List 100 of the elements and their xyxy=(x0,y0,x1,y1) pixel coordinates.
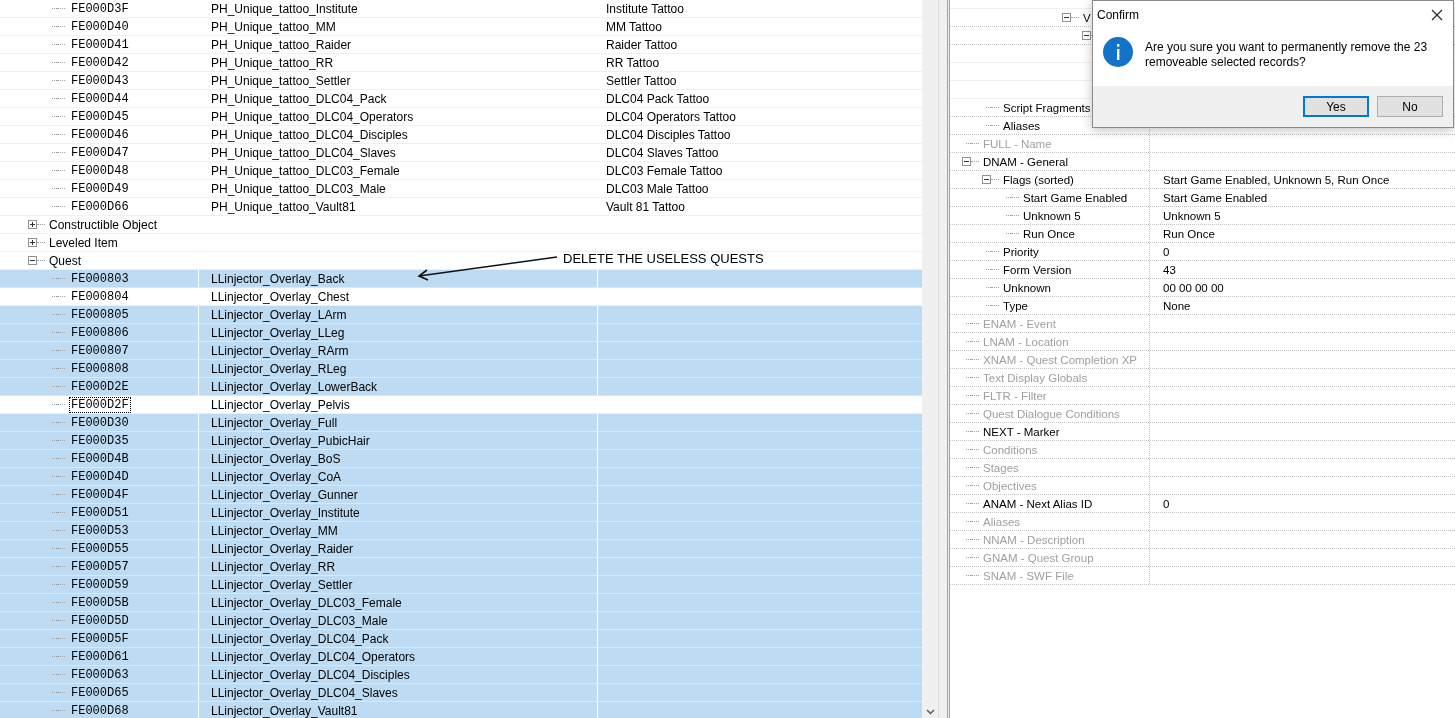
record-row[interactable]: FE000D68 LLinjector_Overlay_Vault81 xyxy=(0,702,922,718)
field-label: SNAM - SWF File xyxy=(983,569,1074,582)
dialog-button[interactable]: Yes xyxy=(1303,96,1369,117)
form-id-cell-text: FE000D5D xyxy=(70,612,130,629)
category-label[interactable]: Leveled Item xyxy=(49,235,118,250)
field-value: Start Game Enabled xyxy=(1163,191,1268,204)
editor-id-cell: LLinjector_Overlay_Pelvis xyxy=(211,397,350,412)
expand-icon[interactable] xyxy=(28,238,37,247)
record-row[interactable]: FE000D30 LLinjector_Overlay_Full xyxy=(0,414,922,432)
record-row[interactable]: FE000D4B LLinjector_Overlay_BoS xyxy=(0,450,922,468)
record-row[interactable]: FE000D65 LLinjector_Overlay_DLC04_Slaves xyxy=(0,684,922,702)
name-cell: DLC04 Pack Tattoo xyxy=(606,91,710,106)
record-row[interactable]: FE000D5B LLinjector_Overlay_DLC03_Female xyxy=(0,594,922,612)
record-row[interactable]: FE000D2E LLinjector_Overlay_LowerBack xyxy=(0,378,922,396)
collapse-icon[interactable] xyxy=(982,175,991,184)
field-value: 43 xyxy=(1163,263,1176,276)
editor-id-cell: LLinjector_Overlay_Full xyxy=(211,415,338,430)
category-label[interactable]: Constructible Object xyxy=(49,217,158,232)
form-id-cell-text: FE000D30 xyxy=(70,414,130,431)
field-label: Unknown xyxy=(1003,281,1051,294)
field-label: FLTR - Filter xyxy=(983,389,1047,402)
record-row[interactable]: FE000D40 PH_Unique_tattoo_MM MM Tattoo xyxy=(0,18,922,36)
record-row[interactable]: FE000D3F PH_Unique_tattoo_Institute Institute Tattoo xyxy=(0,0,922,18)
record-row[interactable]: FE000D4D LLinjector_Overlay_CoA xyxy=(0,468,922,486)
record-row[interactable]: FE000803 LLinjector_Overlay_Back xyxy=(0,270,922,288)
dialog-message: Are you sure you want to permanently remove the 23 removeable selected records? xyxy=(1145,40,1429,70)
record-row[interactable]: FE000D45 PH_Unique_tattoo_DLC04_Operators DLC04 Operators Tattoo xyxy=(0,108,922,126)
editor-id-cell: PH_Unique_tattoo_Settler xyxy=(211,73,351,88)
record-row[interactable]: FE000D66 PH_Unique_tattoo_Vault81 Vault 81 Tattoo xyxy=(0,198,922,216)
record-row[interactable]: FE000D42 PH_Unique_tattoo_RR RR Tattoo xyxy=(0,54,922,72)
editor-id-cell: PH_Unique_tattoo_Institute xyxy=(211,1,358,16)
form-id-cell-text: FE000D43 xyxy=(70,72,130,89)
record-row[interactable]: FE000D41 PH_Unique_tattoo_Raider Raider Tattoo xyxy=(0,36,922,54)
form-id-cell-text: FE000803 xyxy=(70,270,130,287)
field-label: Conditions xyxy=(983,443,1038,456)
name-cell: DLC04 Slaves Tattoo xyxy=(606,145,719,160)
form-id-cell-text: FE000D3F xyxy=(70,0,130,17)
record-row[interactable]: FE000D51 LLinjector_Overlay_Institute xyxy=(0,504,922,522)
form-id-cell-text: FE000D65 xyxy=(70,684,130,701)
editor-id-cell: LLinjector_Overlay_MM xyxy=(211,523,338,538)
form-id-cell-text: FE000D47 xyxy=(70,144,130,161)
editor-id-cell: LLinjector_Overlay_LLeg xyxy=(211,325,345,340)
name-cell: Raider Tattoo xyxy=(606,37,678,52)
form-id-cell-text: FE000807 xyxy=(70,342,130,359)
record-row[interactable]: FE000807 LLinjector_Overlay_RArm xyxy=(0,342,922,360)
field-label: Objectives xyxy=(983,479,1037,492)
scroll-down-icon[interactable] xyxy=(925,709,935,715)
name-cell: MM Tattoo xyxy=(606,19,662,34)
record-row[interactable]: FE000D47 PH_Unique_tattoo_DLC04_Slaves DLC04 Slaves Tattoo xyxy=(0,144,922,162)
field-label: ANAM - Next Alias ID xyxy=(983,497,1093,510)
editor-id-cell: LLinjector_Overlay_Back xyxy=(211,271,345,286)
record-row[interactable]: FE000D44 PH_Unique_tattoo_DLC04_Pack DLC04 Pack Tattoo xyxy=(0,90,922,108)
dialog-button[interactable]: No xyxy=(1377,96,1443,117)
record-row[interactable]: FE000808 LLinjector_Overlay_RLeg xyxy=(0,360,922,378)
collapse-icon[interactable] xyxy=(1082,31,1091,40)
name-cell: Vault 81 Tattoo xyxy=(606,199,685,214)
field-value: Run Once xyxy=(1163,227,1215,240)
field-label: Text Display Globals xyxy=(983,371,1088,384)
form-id-cell-text: FE000D53 xyxy=(70,522,130,539)
category-label[interactable]: Quest xyxy=(49,253,81,268)
record-row[interactable]: FE000D57 LLinjector_Overlay_RR xyxy=(0,558,922,576)
form-id-cell-text: FE000D2E xyxy=(70,378,130,395)
field-label: LNAM - Location xyxy=(983,335,1069,348)
form-id-cell-text: FE000D42 xyxy=(70,54,130,71)
form-id-cell-text: FE000D48 xyxy=(70,162,130,179)
collapse-icon[interactable] xyxy=(28,256,37,265)
record-row[interactable]: FE000D48 PH_Unique_tattoo_DLC03_Female DLC03 Female Tattoo xyxy=(0,162,922,180)
record-row[interactable]: FE000805 LLinjector_Overlay_LArm xyxy=(0,306,922,324)
field-value: Start Game Enabled, Unknown 5, Run Once xyxy=(1163,173,1390,186)
field-value: 0 xyxy=(1163,245,1170,258)
form-id-cell-text: FE000D51 xyxy=(70,504,130,521)
record-row[interactable]: FE000D53 LLinjector_Overlay_MM xyxy=(0,522,922,540)
editor-id-cell: LLinjector_Overlay_BoS xyxy=(211,451,341,466)
record-row[interactable]: FE000D61 LLinjector_Overlay_DLC04_Operators xyxy=(0,648,922,666)
record-row[interactable]: FE000D63 LLinjector_Overlay_DLC04_Disciples xyxy=(0,666,922,684)
form-id-cell-text: FE000D45 xyxy=(70,108,130,125)
record-row[interactable]: FE000D5F LLinjector_Overlay_DLC04_Pack xyxy=(0,630,922,648)
editor-id-cell: PH_Unique_tattoo_MM xyxy=(211,19,336,34)
editor-id-cell: PH_Unique_tattoo_RR xyxy=(211,55,334,70)
collapse-icon[interactable] xyxy=(962,157,971,166)
field-label: Flags (sorted) xyxy=(1003,173,1074,186)
field-label: DNAM - General xyxy=(983,155,1068,168)
name-cell: DLC03 Male Tattoo xyxy=(606,181,709,196)
record-row[interactable]: FE000D59 LLinjector_Overlay_Settler xyxy=(0,576,922,594)
editor-id-cell: LLinjector_Overlay_Institute xyxy=(211,505,360,520)
record-row[interactable]: FE000D5D LLinjector_Overlay_DLC03_Male xyxy=(0,612,922,630)
record-row[interactable]: FE000806 LLinjector_Overlay_LLeg xyxy=(0,324,922,342)
editor-id-cell: LLinjector_Overlay_DLC04_Operators xyxy=(211,649,416,664)
collapse-icon[interactable] xyxy=(1062,13,1071,22)
field-label: ENAM - Event xyxy=(983,317,1056,330)
editor-id-cell: LLinjector_Overlay_RR xyxy=(211,559,336,574)
record-row[interactable]: FE000D4F LLinjector_Overlay_Gunner xyxy=(0,486,922,504)
expand-icon[interactable] xyxy=(28,220,37,229)
record-row[interactable]: FE000D49 PH_Unique_tattoo_DLC03_Male DLC03 Male Tattoo xyxy=(0,180,922,198)
record-row[interactable]: FE000D46 PH_Unique_tattoo_DLC04_Disciples DLC04 Disciples Tattoo xyxy=(0,126,922,144)
record-row[interactable]: FE000D55 LLinjector_Overlay_Raider xyxy=(0,540,922,558)
record-row[interactable]: FE000D43 PH_Unique_tattoo_Settler Settler Tattoo xyxy=(0,72,922,90)
form-id-cell-text: FE000D55 xyxy=(70,540,130,557)
field-label: Start Game Enabled xyxy=(1023,191,1128,204)
record-row[interactable]: FE000D35 LLinjector_Overlay_PubicHair xyxy=(0,432,922,450)
